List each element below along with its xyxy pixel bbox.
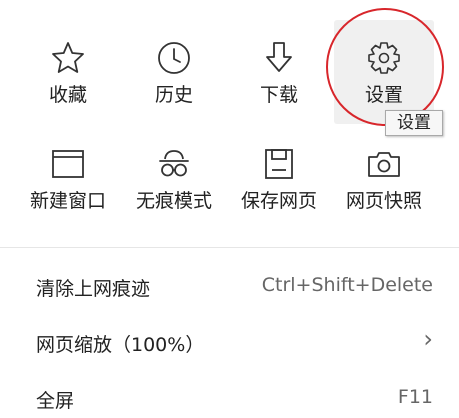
window-icon <box>52 150 84 178</box>
download-label: 下载 <box>259 84 298 106</box>
save-page-label: 保存网页 <box>240 190 317 212</box>
menu-item-clear-history[interactable]: 清除上网痕迹 Ctrl+Shift+Delete <box>0 266 459 306</box>
fullscreen-shortcut: F11 <box>397 386 433 408</box>
star-icon <box>52 42 84 73</box>
divider <box>0 247 459 248</box>
favorites-button[interactable]: 收藏 <box>18 40 118 106</box>
screenshot-label: 网页快照 <box>345 190 422 212</box>
history-button[interactable]: 历史 <box>124 40 224 106</box>
new-window-button[interactable]: 新建窗口 <box>18 148 118 212</box>
menu-item-zoom[interactable]: 网页缩放（100%） › <box>0 322 459 362</box>
menu-item-fullscreen[interactable]: 全屏 F11 <box>0 378 459 418</box>
favorites-label: 收藏 <box>48 84 87 106</box>
incognito-icon <box>159 150 189 177</box>
incognito-label: 无痕模式 <box>135 190 212 212</box>
clear-history-label: 清除上网痕迹 <box>36 278 151 300</box>
download-icon <box>266 42 292 72</box>
new-window-label: 新建窗口 <box>29 190 106 212</box>
highlight-circle <box>326 8 444 126</box>
fullscreen-label: 全屏 <box>36 390 75 412</box>
camera-icon <box>368 152 400 177</box>
zoom-label: 网页缩放（100%） <box>36 334 205 356</box>
history-label: 历史 <box>154 84 193 106</box>
clock-icon <box>158 42 190 74</box>
save-page-button[interactable]: 保存网页 <box>229 148 329 212</box>
settings-tooltip: 设置 <box>385 110 443 136</box>
clear-history-shortcut: Ctrl+Shift+Delete <box>261 274 433 296</box>
chevron-right-icon: › <box>423 325 433 353</box>
download-button[interactable]: 下载 <box>229 40 329 106</box>
save-icon <box>265 149 293 179</box>
incognito-button[interactable]: 无痕模式 <box>124 148 224 212</box>
screenshot-button[interactable]: 网页快照 <box>334 148 434 212</box>
